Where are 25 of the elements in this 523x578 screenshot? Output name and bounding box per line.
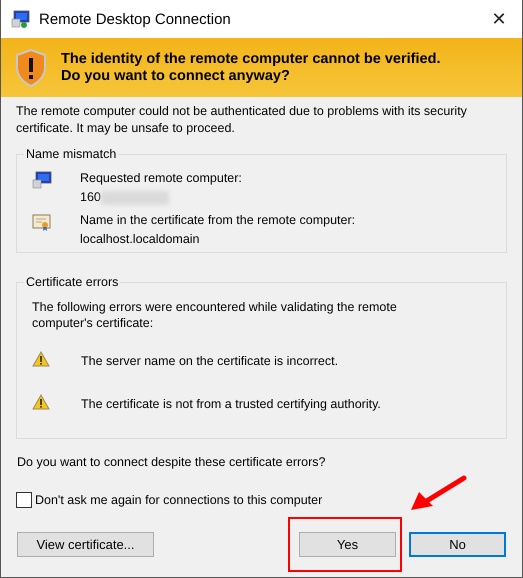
intro-text: The remote computer could not be authenticated due to problems with its security certificate. It may be unsafe to proceed. xyxy=(15,103,468,137)
certificate-icon xyxy=(32,213,52,231)
security-shield-icon xyxy=(15,48,47,86)
close-button[interactable]: ✕ xyxy=(476,0,522,38)
view-certificate-button[interactable]: View certificate... xyxy=(17,532,154,557)
warning-icon xyxy=(32,394,50,410)
field-label: Name in the certificate from the remote computer: xyxy=(80,213,356,227)
warning-icon xyxy=(32,351,50,367)
app-icon xyxy=(11,9,31,29)
group-title: Name mismatch xyxy=(25,147,118,161)
field-value: localhost.localdomain xyxy=(80,231,200,248)
checkbox[interactable] xyxy=(16,492,32,508)
error-text: The server name on the certificate is incorrect. xyxy=(81,354,338,368)
error-text: The certificate is not from a trusted certifying authority. xyxy=(81,396,381,410)
question-text: Do you want to connect despite these certificate errors? xyxy=(16,454,326,469)
window-title: Remote Desktop Connection xyxy=(39,10,232,28)
group-title: Certificate errors xyxy=(25,275,120,289)
checkbox-label[interactable]: Don't ask me again for connections to this computer xyxy=(35,493,322,507)
computer-icon xyxy=(32,171,52,189)
field-value: 160 xyxy=(80,189,101,206)
dialog-button[interactable]: No xyxy=(409,532,506,557)
dialog-button[interactable]: Yes xyxy=(299,532,396,557)
warning-message: The identity of the remote computer cannot be verified. Do you want to connect anyway? xyxy=(61,50,442,84)
errors-description: The following errors were encountered while validating the remote computer's certificate: xyxy=(31,299,398,331)
field-label: Requested remote computer: xyxy=(80,171,242,185)
